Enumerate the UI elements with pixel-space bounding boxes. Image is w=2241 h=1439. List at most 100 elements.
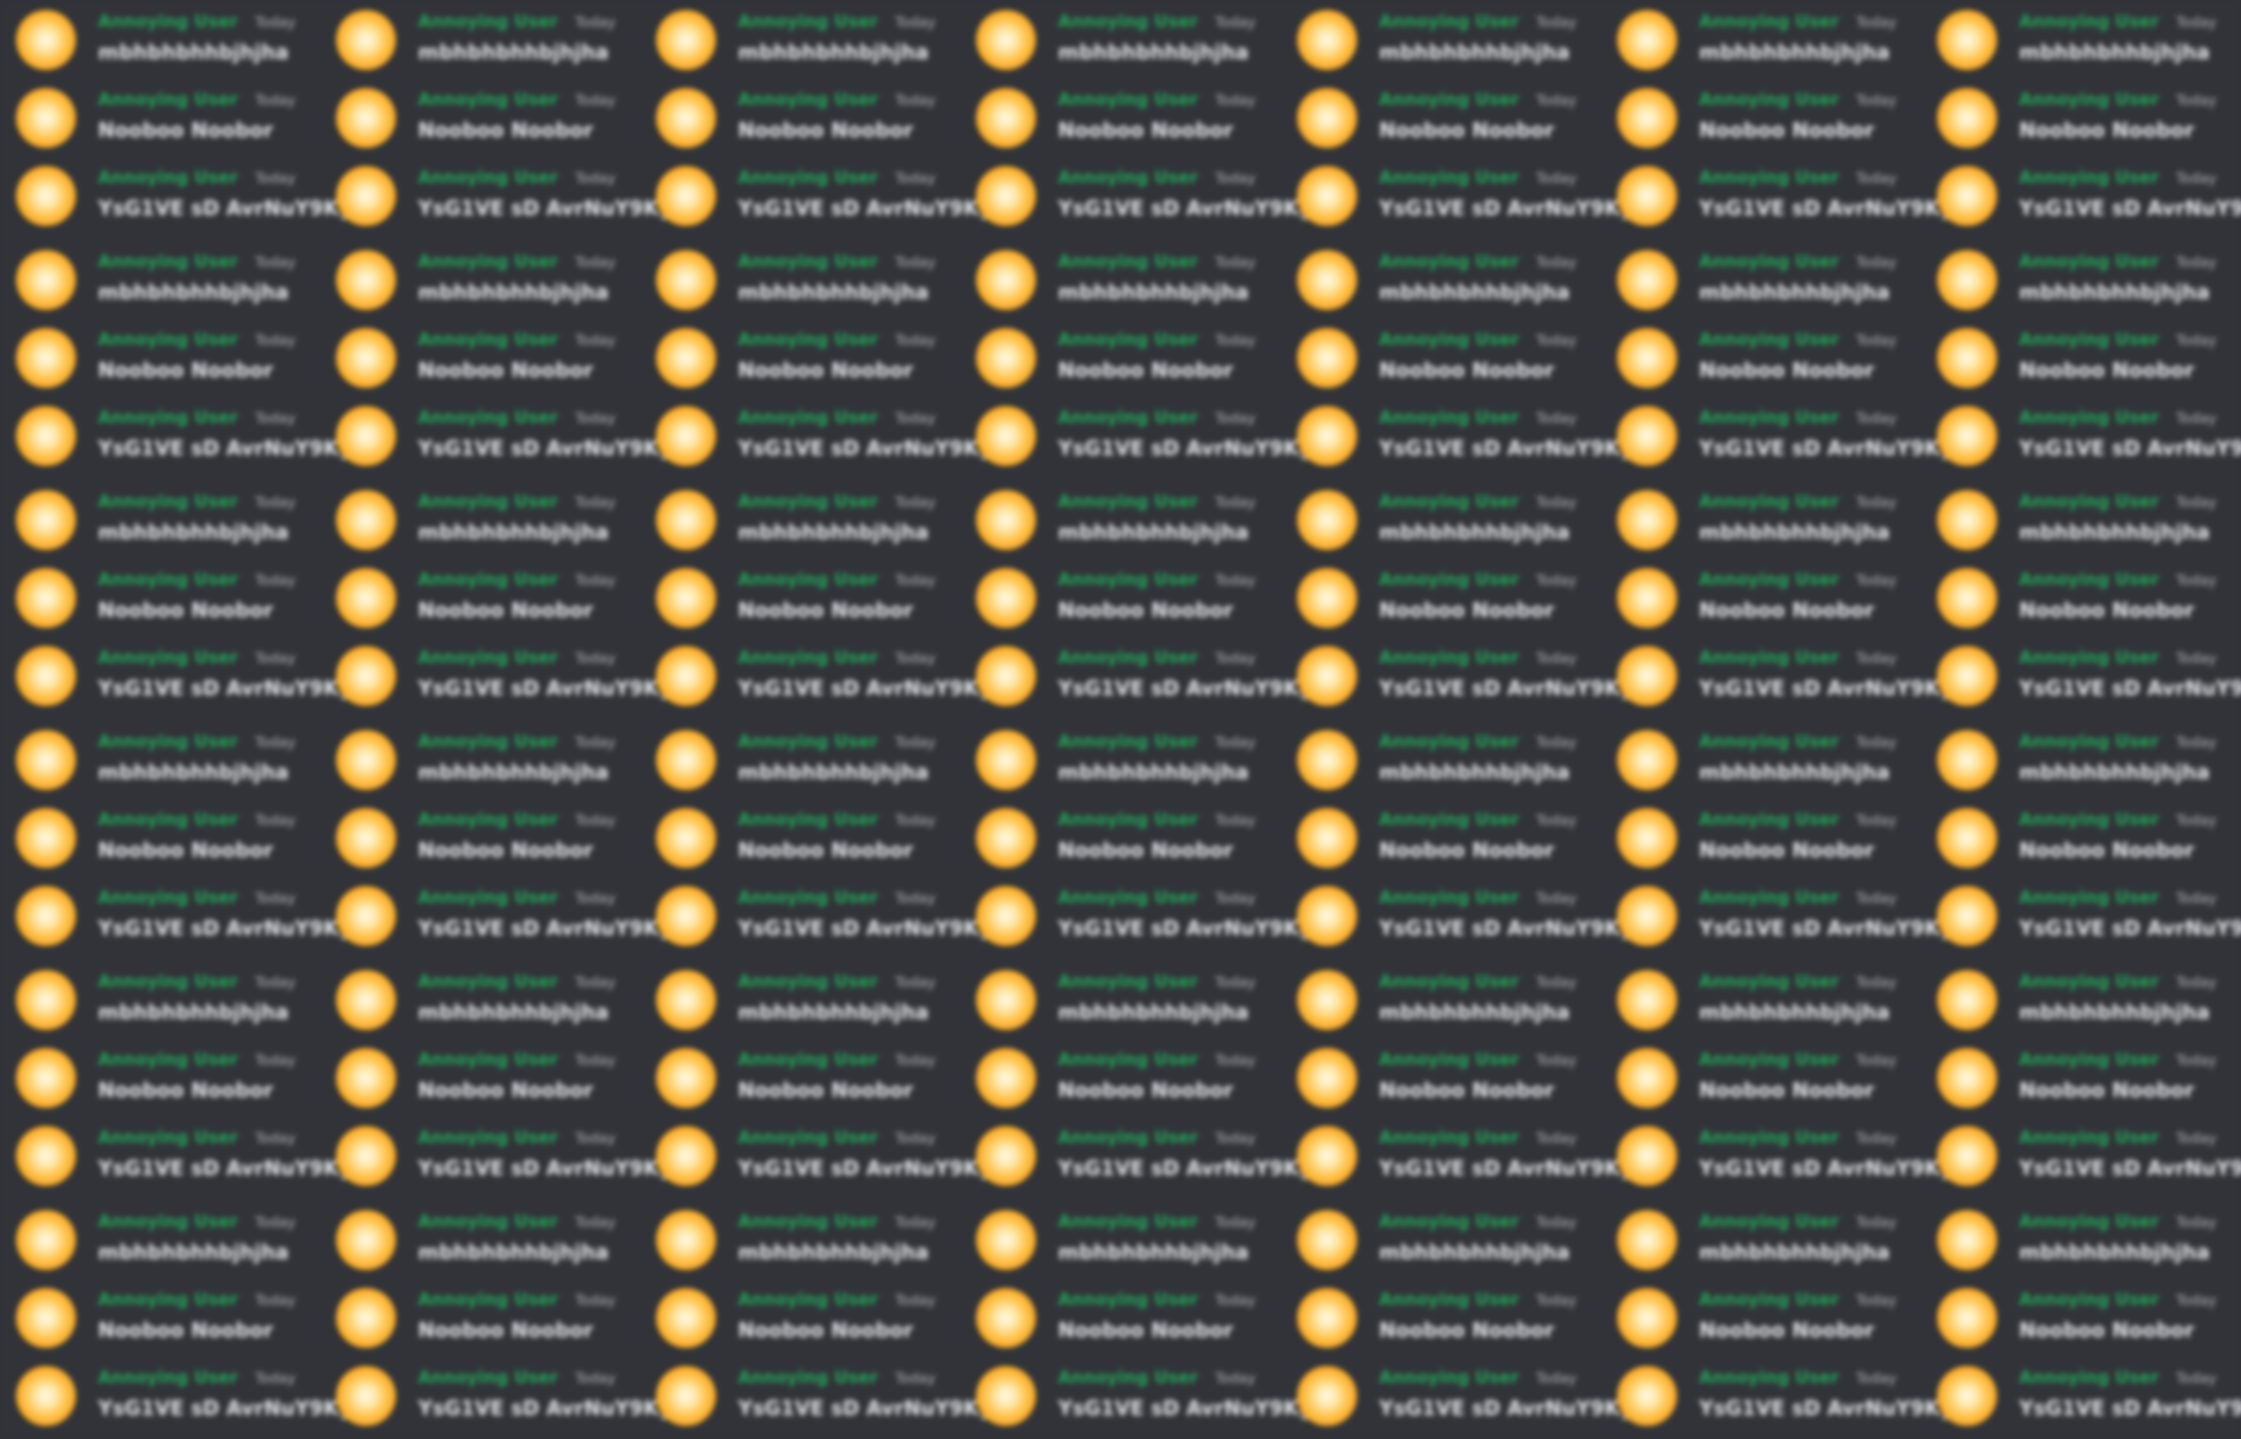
username[interactable]: Annoying User: [418, 252, 558, 272]
chat-message[interactable]: Annoying User Today Nooboo Noobor: [960, 798, 1280, 876]
chat-message[interactable]: Annoying User Today YsG1VE sD AvrNuY9Kg: [1601, 876, 1954, 954]
sun-avatar-icon[interactable]: [976, 1126, 1036, 1186]
chat-message[interactable]: Annoying User Today Nooboo Noobor: [640, 1278, 960, 1356]
sun-avatar-icon[interactable]: [16, 1126, 76, 1186]
sun-avatar-icon[interactable]: [1617, 808, 1677, 868]
username[interactable]: Annoying User: [1058, 1050, 1198, 1070]
username[interactable]: Annoying User: [738, 810, 878, 830]
chat-message[interactable]: Annoying User Today YsG1VE sD AvrNuY9Kg: [640, 636, 993, 714]
username[interactable]: Annoying User: [738, 12, 878, 32]
username[interactable]: Annoying User: [418, 12, 558, 32]
sun-avatar-icon[interactable]: [16, 808, 76, 868]
sun-avatar-icon[interactable]: [1297, 406, 1357, 466]
sun-avatar-icon[interactable]: [656, 250, 716, 310]
chat-message[interactable]: Annoying User Today YsG1VE sD AvrNuY9Kg: [1921, 1116, 2241, 1194]
chat-message[interactable]: Annoying User Today YsG1VE sD AvrNuY9Kg: [1281, 396, 1634, 474]
sun-avatar-icon[interactable]: [1937, 88, 1997, 148]
chat-message[interactable]: Annoying User Today mbhbhbhhbjhjha: [1921, 240, 2241, 318]
chat-message[interactable]: Annoying User Today Nooboo Noobor: [1921, 1278, 2241, 1356]
sun-avatar-icon[interactable]: [1617, 646, 1677, 706]
chat-message[interactable]: Annoying User Today YsG1VE sD AvrNuY9Kg: [640, 876, 993, 954]
sun-avatar-icon[interactable]: [336, 808, 396, 868]
sun-avatar-icon[interactable]: [336, 886, 396, 946]
sun-avatar-icon[interactable]: [1297, 328, 1357, 388]
chat-message[interactable]: Annoying User Today Nooboo Noobor: [320, 1278, 640, 1356]
chat-message[interactable]: Annoying User Today YsG1VE sD AvrNuY9Kg: [1921, 636, 2241, 714]
username[interactable]: Annoying User: [738, 252, 878, 272]
sun-avatar-icon[interactable]: [976, 1048, 1036, 1108]
chat-message[interactable]: Annoying User Today Nooboo Noobor: [640, 318, 960, 396]
username[interactable]: Annoying User: [418, 972, 558, 992]
username[interactable]: Annoying User: [1699, 492, 1839, 512]
username[interactable]: Annoying User: [1699, 1290, 1839, 1310]
chat-message[interactable]: Annoying User Today YsG1VE sD AvrNuY9Kg: [1921, 876, 2241, 954]
chat-message[interactable]: Annoying User Today YsG1VE sD AvrNuY9Kg: [0, 1356, 353, 1434]
sun-avatar-icon[interactable]: [16, 10, 76, 70]
username[interactable]: Annoying User: [2019, 570, 2159, 590]
username[interactable]: Annoying User: [2019, 1212, 2159, 1232]
chat-message[interactable]: Annoying User Today mbhbhbhhbjhjha: [960, 240, 1280, 318]
sun-avatar-icon[interactable]: [976, 490, 1036, 550]
chat-message[interactable]: Annoying User Today Nooboo Noobor: [0, 1038, 320, 1116]
username[interactable]: Annoying User: [738, 1290, 878, 1310]
sun-avatar-icon[interactable]: [1937, 490, 1997, 550]
username[interactable]: Annoying User: [1379, 570, 1519, 590]
username[interactable]: Annoying User: [1379, 810, 1519, 830]
sun-avatar-icon[interactable]: [16, 406, 76, 466]
chat-message[interactable]: Annoying User Today YsG1VE sD AvrNuY9Kg: [960, 636, 1313, 714]
sun-avatar-icon[interactable]: [1617, 1210, 1677, 1270]
username[interactable]: Annoying User: [738, 1368, 878, 1388]
username[interactable]: Annoying User: [98, 1050, 238, 1070]
username[interactable]: Annoying User: [738, 648, 878, 668]
sun-avatar-icon[interactable]: [16, 88, 76, 148]
username[interactable]: Annoying User: [1058, 570, 1198, 590]
chat-message[interactable]: Annoying User Today mbhbhbhhbjhjha: [960, 480, 1280, 558]
chat-message[interactable]: Annoying User Today Nooboo Noobor: [0, 798, 320, 876]
sun-avatar-icon[interactable]: [656, 1126, 716, 1186]
username[interactable]: Annoying User: [1699, 1368, 1839, 1388]
chat-message[interactable]: Annoying User Today Nooboo Noobor: [640, 798, 960, 876]
username[interactable]: Annoying User: [98, 408, 238, 428]
sun-avatar-icon[interactable]: [1617, 730, 1677, 790]
username[interactable]: Annoying User: [98, 330, 238, 350]
username[interactable]: Annoying User: [418, 330, 558, 350]
sun-avatar-icon[interactable]: [976, 250, 1036, 310]
username[interactable]: Annoying User: [1058, 648, 1198, 668]
sun-avatar-icon[interactable]: [656, 646, 716, 706]
chat-message[interactable]: Annoying User Today Nooboo Noobor: [1281, 78, 1601, 156]
chat-message[interactable]: Annoying User Today mbhbhbhhbjhjha: [1921, 720, 2241, 798]
chat-message[interactable]: Annoying User Today YsG1VE sD AvrNuY9Kg: [1601, 636, 1954, 714]
username[interactable]: Annoying User: [2019, 1368, 2159, 1388]
chat-message[interactable]: Annoying User Today mbhbhbhhbjhjha: [1281, 480, 1601, 558]
username[interactable]: Annoying User: [418, 1212, 558, 1232]
username[interactable]: Annoying User: [1699, 648, 1839, 668]
username[interactable]: Annoying User: [1379, 252, 1519, 272]
chat-message[interactable]: Annoying User Today mbhbhbhhbjhjha: [1281, 240, 1601, 318]
username[interactable]: Annoying User: [2019, 888, 2159, 908]
sun-avatar-icon[interactable]: [976, 1288, 1036, 1348]
sun-avatar-icon[interactable]: [1937, 808, 1997, 868]
sun-avatar-icon[interactable]: [1617, 970, 1677, 1030]
sun-avatar-icon[interactable]: [656, 886, 716, 946]
username[interactable]: Annoying User: [1379, 1290, 1519, 1310]
username[interactable]: Annoying User: [98, 1290, 238, 1310]
username[interactable]: Annoying User: [738, 90, 878, 110]
chat-message[interactable]: Annoying User Today YsG1VE sD AvrNuY9Kg: [640, 156, 993, 234]
sun-avatar-icon[interactable]: [656, 1210, 716, 1270]
sun-avatar-icon[interactable]: [656, 490, 716, 550]
sun-avatar-icon[interactable]: [1937, 1288, 1997, 1348]
username[interactable]: Annoying User: [98, 12, 238, 32]
sun-avatar-icon[interactable]: [1937, 646, 1997, 706]
sun-avatar-icon[interactable]: [1617, 490, 1677, 550]
chat-message[interactable]: Annoying User Today YsG1VE sD AvrNuY9Kg: [320, 156, 673, 234]
username[interactable]: Annoying User: [418, 732, 558, 752]
chat-message[interactable]: Annoying User Today YsG1VE sD AvrNuY9Kg: [320, 876, 673, 954]
sun-avatar-icon[interactable]: [1297, 1048, 1357, 1108]
sun-avatar-icon[interactable]: [336, 646, 396, 706]
username[interactable]: Annoying User: [2019, 810, 2159, 830]
sun-avatar-icon[interactable]: [336, 568, 396, 628]
username[interactable]: Annoying User: [418, 408, 558, 428]
username[interactable]: Annoying User: [1379, 1212, 1519, 1232]
username[interactable]: Annoying User: [418, 570, 558, 590]
sun-avatar-icon[interactable]: [976, 406, 1036, 466]
